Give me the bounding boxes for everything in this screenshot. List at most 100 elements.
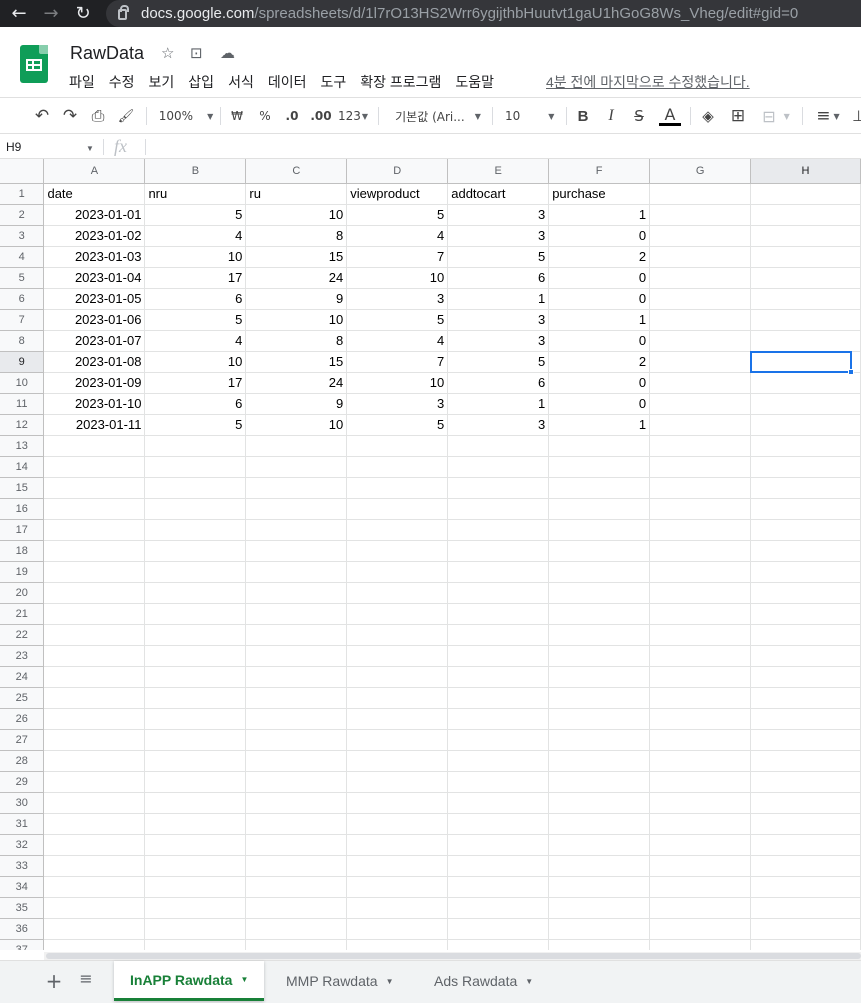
cell[interactable]: 2023-01-09 bbox=[43, 372, 146, 394]
cell[interactable] bbox=[346, 477, 449, 499]
cell[interactable] bbox=[144, 855, 247, 877]
cell[interactable] bbox=[245, 540, 348, 562]
cell[interactable] bbox=[144, 750, 247, 772]
cell[interactable]: 6 bbox=[447, 267, 550, 289]
cell[interactable]: viewproduct bbox=[346, 183, 449, 205]
zoom-select[interactable]: 100% ▼ bbox=[158, 106, 214, 126]
cell[interactable] bbox=[245, 855, 348, 877]
cell[interactable] bbox=[548, 813, 651, 835]
redo-icon[interactable]: ↷ bbox=[60, 106, 80, 126]
cell[interactable] bbox=[649, 645, 752, 667]
cell[interactable] bbox=[43, 519, 146, 541]
text-color-button[interactable]: A bbox=[659, 106, 681, 126]
cell[interactable]: addtocart bbox=[447, 183, 550, 205]
italic-button[interactable]: I bbox=[602, 106, 620, 126]
cell[interactable] bbox=[750, 477, 861, 499]
cell[interactable] bbox=[649, 771, 752, 793]
cell[interactable] bbox=[750, 645, 861, 667]
cell[interactable] bbox=[245, 771, 348, 793]
cell[interactable]: 4 bbox=[346, 225, 449, 247]
cell[interactable]: 10 bbox=[245, 309, 348, 331]
percent-format-button[interactable]: % bbox=[256, 106, 274, 126]
cell[interactable] bbox=[750, 687, 861, 709]
cell[interactable]: nru bbox=[144, 183, 247, 205]
cell[interactable] bbox=[750, 519, 861, 541]
chevron-down-icon[interactable]: ▼ bbox=[525, 977, 533, 986]
cell[interactable] bbox=[447, 582, 550, 604]
cell[interactable] bbox=[548, 540, 651, 562]
cell[interactable]: 4 bbox=[144, 330, 247, 352]
cell[interactable]: 3 bbox=[346, 288, 449, 310]
cell[interactable] bbox=[447, 645, 550, 667]
cell[interactable] bbox=[649, 897, 752, 919]
cell[interactable] bbox=[245, 456, 348, 478]
increase-decimal-button[interactable]: .00 bbox=[309, 106, 333, 126]
cell[interactable] bbox=[750, 393, 861, 415]
cell[interactable] bbox=[548, 582, 651, 604]
cell[interactable] bbox=[750, 267, 861, 289]
select-all-corner[interactable] bbox=[0, 159, 45, 184]
cell[interactable] bbox=[346, 666, 449, 688]
cell[interactable] bbox=[548, 498, 651, 520]
cell[interactable] bbox=[245, 435, 348, 457]
cell[interactable]: 3 bbox=[346, 393, 449, 415]
cell[interactable] bbox=[346, 519, 449, 541]
cell[interactable] bbox=[649, 246, 752, 268]
cell[interactable]: date bbox=[43, 183, 146, 205]
cell[interactable] bbox=[346, 834, 449, 856]
cell[interactable] bbox=[245, 834, 348, 856]
cell[interactable] bbox=[548, 519, 651, 541]
cell[interactable] bbox=[245, 687, 348, 709]
cell[interactable] bbox=[447, 708, 550, 730]
cell[interactable] bbox=[649, 267, 752, 289]
cell[interactable]: 5 bbox=[144, 309, 247, 331]
row-header[interactable]: 34 bbox=[0, 876, 45, 898]
cell[interactable] bbox=[144, 477, 247, 499]
cell[interactable] bbox=[649, 330, 752, 352]
cell[interactable]: 3 bbox=[447, 309, 550, 331]
cell[interactable]: 8 bbox=[245, 330, 348, 352]
cell[interactable] bbox=[548, 750, 651, 772]
cell[interactable] bbox=[750, 540, 861, 562]
cell[interactable] bbox=[43, 624, 146, 646]
cell[interactable] bbox=[548, 624, 651, 646]
cell[interactable] bbox=[144, 897, 247, 919]
cell[interactable] bbox=[144, 813, 247, 835]
cell[interactable]: 2023-01-07 bbox=[43, 330, 146, 352]
cell[interactable] bbox=[750, 897, 861, 919]
cell[interactable]: 0 bbox=[548, 267, 651, 289]
cell[interactable]: 6 bbox=[144, 288, 247, 310]
cell[interactable] bbox=[649, 729, 752, 751]
cell[interactable] bbox=[750, 666, 861, 688]
cell[interactable] bbox=[447, 771, 550, 793]
row-header[interactable]: 18 bbox=[0, 540, 45, 562]
cell[interactable]: 2023-01-02 bbox=[43, 225, 146, 247]
cell[interactable] bbox=[447, 540, 550, 562]
cell[interactable] bbox=[649, 708, 752, 730]
row-header[interactable]: 9 bbox=[0, 351, 45, 373]
cell[interactable]: 0 bbox=[548, 288, 651, 310]
cell[interactable] bbox=[346, 561, 449, 583]
row-header[interactable]: 22 bbox=[0, 624, 45, 646]
font-size-select[interactable]: 10 ▼ bbox=[505, 106, 561, 126]
cell[interactable]: 5 bbox=[144, 204, 247, 226]
cell[interactable] bbox=[649, 687, 752, 709]
cell[interactable] bbox=[43, 498, 146, 520]
fill-handle[interactable] bbox=[848, 369, 854, 375]
cell[interactable]: 2023-01-08 bbox=[43, 351, 146, 373]
cell[interactable] bbox=[346, 687, 449, 709]
tab-mmp-rawdata[interactable]: MMP Rawdata ▼ bbox=[270, 961, 409, 1001]
cell[interactable]: 10 bbox=[346, 267, 449, 289]
cell[interactable] bbox=[346, 918, 449, 940]
row-header[interactable]: 15 bbox=[0, 477, 45, 499]
cell[interactable] bbox=[43, 435, 146, 457]
bold-button[interactable]: B bbox=[574, 106, 592, 126]
reload-icon[interactable]: ↻ bbox=[71, 2, 95, 26]
row-header[interactable]: 4 bbox=[0, 246, 45, 268]
menu-view[interactable]: 보기 bbox=[149, 72, 175, 92]
cell[interactable] bbox=[144, 435, 247, 457]
cell[interactable] bbox=[750, 372, 861, 394]
chevron-down-icon[interactable]: ▼ bbox=[86, 144, 94, 153]
cell[interactable] bbox=[346, 435, 449, 457]
cell[interactable] bbox=[144, 834, 247, 856]
